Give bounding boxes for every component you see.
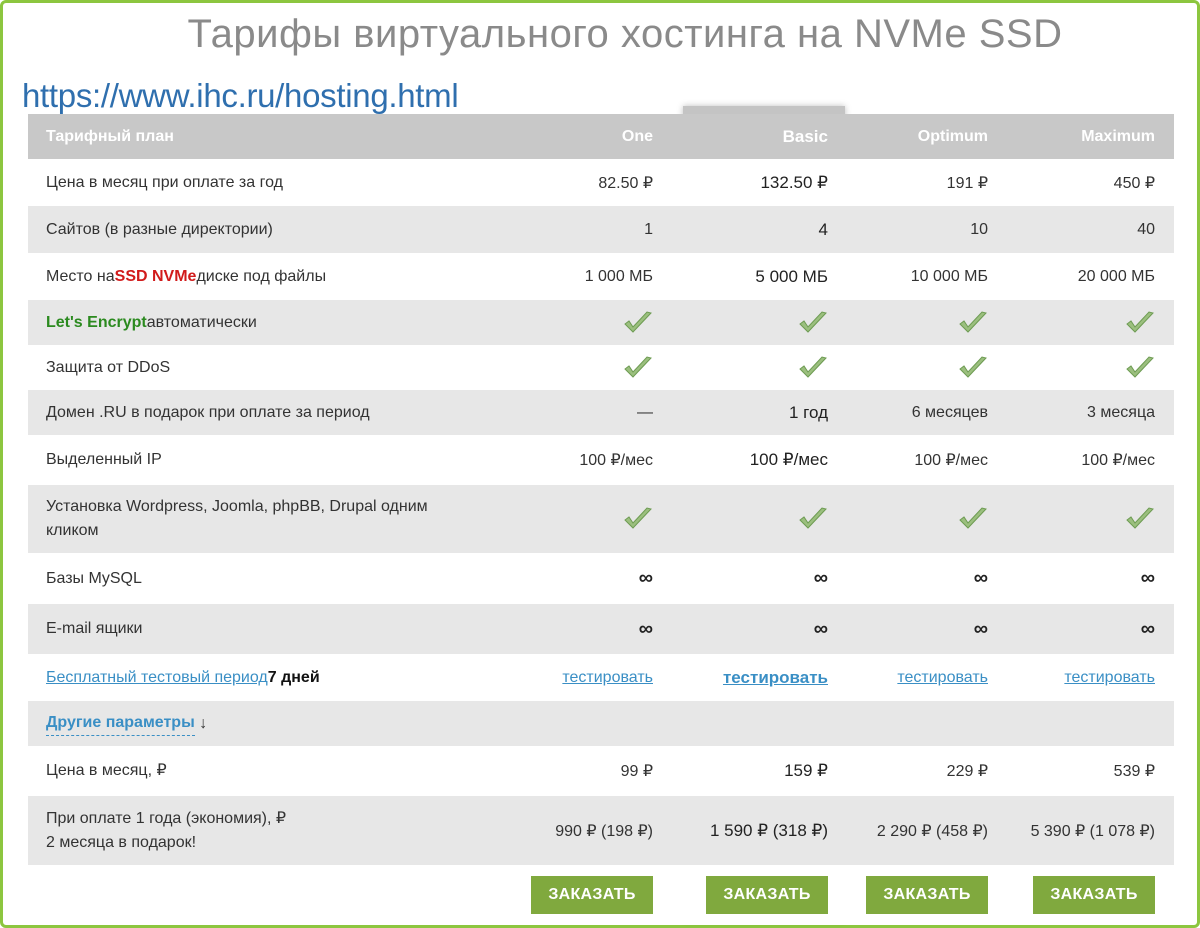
cell-maximum: 5 390 ₽ (1 078 ₽)	[1030, 822, 1155, 840]
cell-basic: 159 ₽	[784, 761, 828, 780]
url-caption: https://www.ihc.ru/hosting.html	[22, 77, 459, 114]
row-label: Другие параметры ↓	[46, 701, 486, 746]
check-icon	[28, 300, 653, 345]
check-icon	[683, 485, 828, 553]
table-row: Бесплатный тестовый период 7 дней тестир…	[28, 654, 1174, 701]
cell-one: 990 ₽ (198 ₽)	[555, 822, 653, 840]
cell-one: 82.50 ₽	[598, 174, 653, 192]
check-icon	[828, 485, 988, 553]
infinity-value: ∞	[638, 617, 653, 640]
check-icon	[988, 300, 1155, 345]
cell-one: 100 ₽/мес	[579, 452, 653, 469]
cell-one: 99 ₽	[620, 763, 653, 780]
infinity-value: ∞	[973, 617, 988, 640]
cell-maximum: 100 ₽/мес	[1081, 452, 1155, 469]
table-row: Защита от DDoS	[28, 345, 1174, 390]
header-one: One	[621, 127, 653, 145]
order-one-cell: ЗАКАЗАТЬ	[28, 865, 653, 925]
infinity-value: ∞	[813, 617, 828, 640]
header-basic: Basic	[782, 126, 828, 146]
order-optimum-cell: ЗАКАЗАТЬ	[828, 865, 988, 925]
other-params-toggle[interactable]: Другие параметры	[46, 711, 195, 736]
order-button-one[interactable]: ЗАКАЗАТЬ	[531, 876, 653, 914]
cell-one: —	[637, 403, 653, 421]
cell-one: 1 000 МБ	[584, 267, 653, 285]
table-header: Тарифный план One Basic Optimum Maximum	[28, 114, 1174, 159]
cell-maximum: 40	[1137, 220, 1155, 238]
infinity-value: ∞	[638, 567, 653, 589]
order-button-optimum[interactable]: ЗАКАЗАТЬ	[866, 876, 988, 914]
cell-optimum: 2 290 ₽ (458 ₽)	[876, 822, 988, 840]
test-link-label[interactable]: тестировать	[1064, 669, 1155, 687]
check-icon	[828, 345, 988, 390]
order-button-basic[interactable]: ЗАКАЗАТЬ	[706, 876, 828, 914]
cell-basic: 5 000 МБ	[755, 266, 828, 286]
cell-optimum: 191 ₽	[946, 174, 988, 192]
cell-optimum: 10	[970, 220, 988, 238]
test-optimum-link[interactable]: тестировать	[828, 654, 988, 701]
table-row: Цена в месяц при оплате за год 82.50 ₽ 1…	[28, 159, 1174, 206]
check-icon	[683, 345, 828, 390]
cell-maximum: 450 ₽	[1113, 174, 1155, 192]
infinity-value: ∞	[973, 567, 988, 589]
cell-optimum: 6 месяцев	[911, 403, 988, 421]
table-row: Let's Encrypt автоматически	[28, 300, 1174, 345]
test-link-label[interactable]: тестировать	[897, 669, 988, 687]
infinity-value: ∞	[813, 567, 828, 589]
header-optimum: Optimum	[917, 127, 988, 145]
test-link-label[interactable]: тестировать	[723, 668, 828, 688]
table-row: Другие параметры ↓	[28, 701, 1174, 746]
pricing-table: Тарифный план One Basic Optimum Maximum …	[28, 106, 1174, 925]
test-maximum-link[interactable]: тестировать	[988, 654, 1155, 701]
check-icon	[988, 485, 1155, 553]
cell-optimum: 10 000 МБ	[910, 267, 988, 285]
cell-maximum: 3 месяца	[1087, 403, 1155, 421]
cell-basic: 132.50 ₽	[760, 172, 828, 192]
cell-basic: 4	[818, 219, 828, 239]
check-icon	[828, 300, 988, 345]
order-maximum-cell: ЗАКАЗАТЬ	[988, 865, 1155, 925]
table-row: Сайтов (в разные директории) 1 4 10 40	[28, 206, 1174, 253]
page-title: Тарифы виртуального хостинга на NVMe SSD	[187, 12, 1063, 56]
table-row: Базы MySQL ∞ ∞ ∞ ∞	[28, 553, 1174, 604]
order-basic-cell: ЗАКАЗАТЬ	[683, 865, 828, 925]
test-basic-link[interactable]: тестировать	[683, 654, 828, 701]
table-row: При оплате 1 года (экономия), ₽2 месяца …	[28, 796, 1174, 865]
cell-basic: 100 ₽/мес	[749, 450, 828, 469]
table-row: Место на SSD NVMe диске под файлы 1 000 …	[28, 253, 1174, 300]
order-button-maximum[interactable]: ЗАКАЗАТЬ	[1033, 876, 1155, 914]
arrow-down-icon: ↓	[199, 714, 208, 732]
cell-basic: 1 год	[788, 402, 828, 422]
cell-maximum: 20 000 МБ	[1077, 267, 1155, 285]
check-icon	[988, 345, 1155, 390]
cell-basic: 1 590 ₽ (318 ₽)	[709, 820, 828, 840]
table-row: E-mail ящики ∞ ∞ ∞ ∞	[28, 604, 1174, 654]
header-maximum: Maximum	[1081, 127, 1155, 145]
test-one-link[interactable]: тестировать	[28, 654, 653, 701]
table-row: Домен .RU в подарок при оплате за период…	[28, 390, 1174, 435]
cell-one: 1	[644, 220, 653, 238]
table-row: Установка Wordpress, Joomla, phpBB, Drup…	[28, 485, 1174, 553]
table-row: Цена в месяц, ₽ 99 ₽ 159 ₽ 229 ₽ 539 ₽	[28, 746, 1174, 796]
cell-maximum: 539 ₽	[1113, 763, 1155, 780]
cell-optimum: 100 ₽/мес	[914, 452, 988, 469]
check-icon	[28, 485, 653, 553]
cell-optimum: 229 ₽	[946, 763, 988, 780]
infinity-value: ∞	[1140, 617, 1155, 640]
infinity-value: ∞	[1140, 567, 1155, 589]
order-row: ЗАКАЗАТЬ ЗАКАЗАТЬ ЗАКАЗАТЬ ЗАКАЗАТЬ	[28, 865, 1174, 925]
table-row: Выделенный IP 100 ₽/мес 100 ₽/мес 100 ₽/…	[28, 435, 1174, 485]
check-icon	[683, 300, 828, 345]
test-link-label[interactable]: тестировать	[562, 669, 653, 687]
check-icon	[28, 345, 653, 390]
